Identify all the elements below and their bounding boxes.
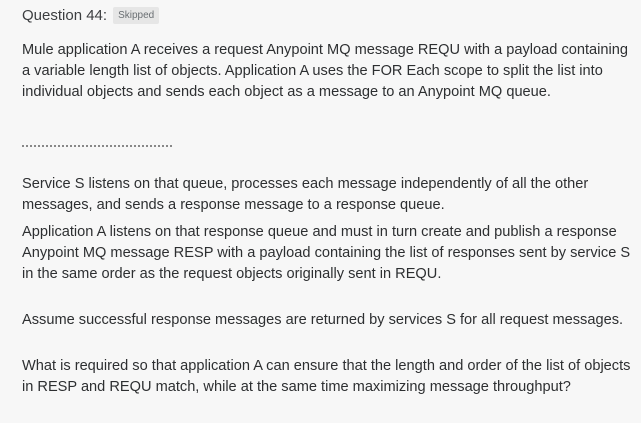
artifact-line	[22, 145, 172, 150]
question-paragraph: What is required so that application A c…	[22, 358, 631, 395]
question-header: Question 44: Skipped	[22, 7, 160, 24]
question-title: Question 44:	[22, 7, 108, 24]
question-paragraph: Application A listens on that response q…	[22, 224, 631, 282]
question-paragraph: Mule application A receives a request An…	[22, 42, 628, 100]
question-paragraph: Service S listens on that queue, process…	[22, 176, 589, 213]
question-paragraph: Assume successful response messages are …	[22, 312, 624, 328]
status-badge: Skipped	[113, 7, 160, 24]
